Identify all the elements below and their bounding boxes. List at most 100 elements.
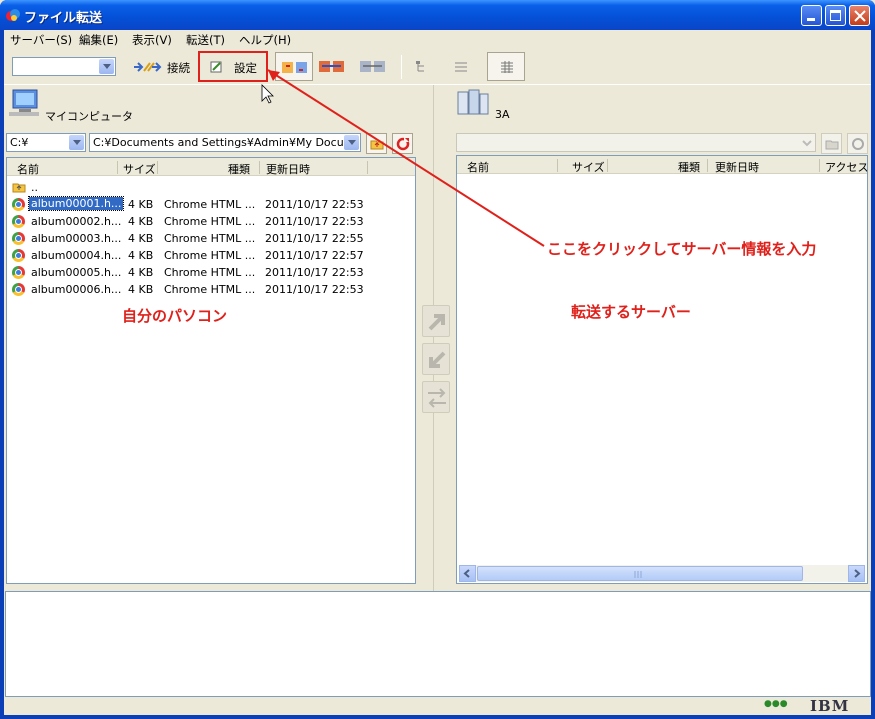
right-pane-title: 3A bbox=[495, 108, 510, 121]
file-row[interactable]: album00005.h... 4 KB Chrome HTML ... 201… bbox=[7, 264, 415, 281]
menu-bar: サーバー(S) 編集(E) 表示(V) 転送(T) ヘルプ(H) bbox=[4, 30, 871, 49]
chrome-icon bbox=[12, 266, 25, 279]
col-access[interactable]: アクセス権 bbox=[825, 159, 867, 175]
drive-select[interactable]: C:¥ bbox=[6, 133, 86, 152]
file-row[interactable]: album00004.h... 4 KB Chrome HTML ... 201… bbox=[7, 247, 415, 264]
server-icon bbox=[457, 89, 489, 115]
scroll-thumb[interactable] bbox=[477, 566, 803, 581]
file-size: 4 KB bbox=[128, 249, 154, 262]
file-row[interactable]: album00002.h... 4 KB Chrome HTML ... 201… bbox=[7, 213, 415, 230]
scroll-left-button[interactable] bbox=[459, 565, 476, 582]
left-pane-title: マイコンピュータ bbox=[45, 110, 133, 123]
chrome-icon bbox=[12, 249, 25, 262]
close-button[interactable] bbox=[849, 5, 870, 26]
file-name: album00006.h... bbox=[31, 283, 122, 296]
compare-button[interactable] bbox=[275, 52, 313, 81]
connect-icon bbox=[134, 62, 162, 72]
title-bar: ファイル転送 bbox=[0, 0, 875, 30]
remote-file-list[interactable]: 名前 サイズ 種類 更新日時 アクセス権 bbox=[456, 155, 868, 584]
list-view-icon[interactable] bbox=[454, 61, 468, 73]
drive-value: C:¥ bbox=[10, 136, 29, 149]
file-type: Chrome HTML ... bbox=[164, 232, 256, 245]
horizontal-scrollbar[interactable] bbox=[459, 565, 865, 582]
file-row[interactable]: album00003.h... 4 KB Chrome HTML ... 201… bbox=[7, 230, 415, 247]
col-date[interactable]: 更新日時 bbox=[266, 161, 310, 177]
col-type[interactable]: 種類 bbox=[228, 161, 250, 177]
server-select[interactable] bbox=[12, 57, 116, 76]
app-window: ファイル転送 サーバー(S) 編集(E) 表示(V) 転送(T) ヘルプ(H) … bbox=[0, 0, 875, 719]
file-name: album00005.h... bbox=[31, 266, 122, 279]
col-name[interactable]: 名前 bbox=[467, 159, 489, 175]
annotation-click-here: ここをクリックしてサーバー情報を入力 bbox=[547, 240, 817, 258]
parent-folder-label: .. bbox=[31, 181, 38, 194]
refresh-icon bbox=[852, 138, 864, 150]
file-type: Chrome HTML ... bbox=[164, 215, 256, 228]
chevron-down-icon bbox=[344, 135, 359, 150]
file-name: album00004.h... bbox=[31, 249, 122, 262]
folder-up-icon bbox=[370, 140, 384, 150]
detail-view-button[interactable] bbox=[487, 52, 525, 81]
file-size: 4 KB bbox=[128, 215, 154, 228]
refresh-button[interactable] bbox=[392, 133, 413, 154]
maximize-button[interactable] bbox=[825, 5, 846, 26]
file-size: 4 KB bbox=[128, 232, 154, 245]
parent-folder-row[interactable]: .. bbox=[7, 179, 415, 196]
chevron-down-icon bbox=[802, 140, 812, 147]
local-list-header: 名前 サイズ 種類 更新日時 bbox=[7, 158, 415, 176]
connect-button[interactable]: 接続 bbox=[167, 60, 190, 76]
path-select[interactable]: C:¥Documents and Settings¥Admin¥My Docum… bbox=[89, 133, 361, 152]
file-type: Chrome HTML ... bbox=[164, 283, 256, 296]
file-type: Chrome HTML ... bbox=[164, 266, 256, 279]
menu-help[interactable]: ヘルプ(H) bbox=[239, 32, 291, 48]
file-type: Chrome HTML ... bbox=[164, 198, 256, 211]
remote-path-select[interactable] bbox=[456, 133, 816, 152]
chevron-left-icon bbox=[463, 569, 470, 578]
col-name[interactable]: 名前 bbox=[17, 161, 39, 177]
client-area: サーバー(S) 編集(E) 表示(V) 転送(T) ヘルプ(H) 接続 設定 マ… bbox=[4, 30, 871, 715]
chrome-icon bbox=[12, 283, 25, 296]
sync-right-icon[interactable] bbox=[360, 60, 386, 74]
detail-view-icon bbox=[501, 61, 513, 73]
minimize-button[interactable] bbox=[801, 5, 822, 26]
sync-button[interactable] bbox=[422, 381, 450, 413]
upload-button[interactable] bbox=[422, 305, 450, 337]
toolbar: 接続 設定 bbox=[4, 49, 871, 85]
local-file-list[interactable]: 名前 サイズ 種類 更新日時 .. album00001.h... 4 KB C… bbox=[6, 157, 416, 584]
scroll-right-button[interactable] bbox=[848, 565, 865, 582]
chrome-icon bbox=[12, 232, 25, 245]
file-row[interactable]: album00001.h... 4 KB Chrome HTML ... 201… bbox=[7, 196, 415, 213]
remote-refresh-button[interactable] bbox=[847, 133, 868, 154]
menu-view[interactable]: 表示(V) bbox=[132, 32, 172, 48]
col-type[interactable]: 種類 bbox=[678, 159, 700, 175]
remote-list-header: 名前 サイズ 種類 更新日時 アクセス権 bbox=[457, 156, 867, 174]
chrome-icon bbox=[12, 198, 25, 211]
refresh-icon bbox=[396, 137, 410, 151]
file-row[interactable]: album00006.h... 4 KB Chrome HTML ... 201… bbox=[7, 281, 415, 298]
file-date: 2011/10/17 22:53 bbox=[265, 266, 364, 279]
file-type: Chrome HTML ... bbox=[164, 249, 256, 262]
col-size[interactable]: サイズ bbox=[123, 161, 156, 177]
compare-icon bbox=[282, 62, 307, 73]
col-date[interactable]: 更新日時 bbox=[715, 159, 759, 175]
tree-view-icon[interactable] bbox=[415, 61, 429, 73]
annotation-my-pc: 自分のパソコン bbox=[122, 307, 228, 325]
menu-edit[interactable]: 編集(E) bbox=[79, 32, 118, 48]
chevron-down-icon bbox=[99, 59, 114, 74]
menu-server[interactable]: サーバー(S) bbox=[10, 32, 72, 48]
chevron-right-icon bbox=[854, 569, 861, 578]
file-size: 4 KB bbox=[128, 266, 154, 279]
file-name: album00003.h... bbox=[31, 232, 122, 245]
settings-label: 設定 bbox=[234, 61, 257, 75]
settings-button[interactable]: 設定 bbox=[198, 51, 268, 82]
file-date: 2011/10/17 22:53 bbox=[265, 215, 364, 228]
menu-transfer[interactable]: 転送(T) bbox=[186, 32, 225, 48]
grip-icon bbox=[634, 571, 642, 578]
log-area[interactable] bbox=[5, 591, 871, 697]
remote-folder-up-button[interactable] bbox=[821, 133, 842, 154]
folder-up-button[interactable] bbox=[366, 133, 387, 154]
file-size: 4 KB bbox=[128, 283, 154, 296]
download-arrow-icon bbox=[429, 351, 446, 368]
download-button[interactable] bbox=[422, 343, 450, 375]
sync-left-icon[interactable] bbox=[319, 60, 345, 74]
col-size[interactable]: サイズ bbox=[572, 159, 605, 175]
